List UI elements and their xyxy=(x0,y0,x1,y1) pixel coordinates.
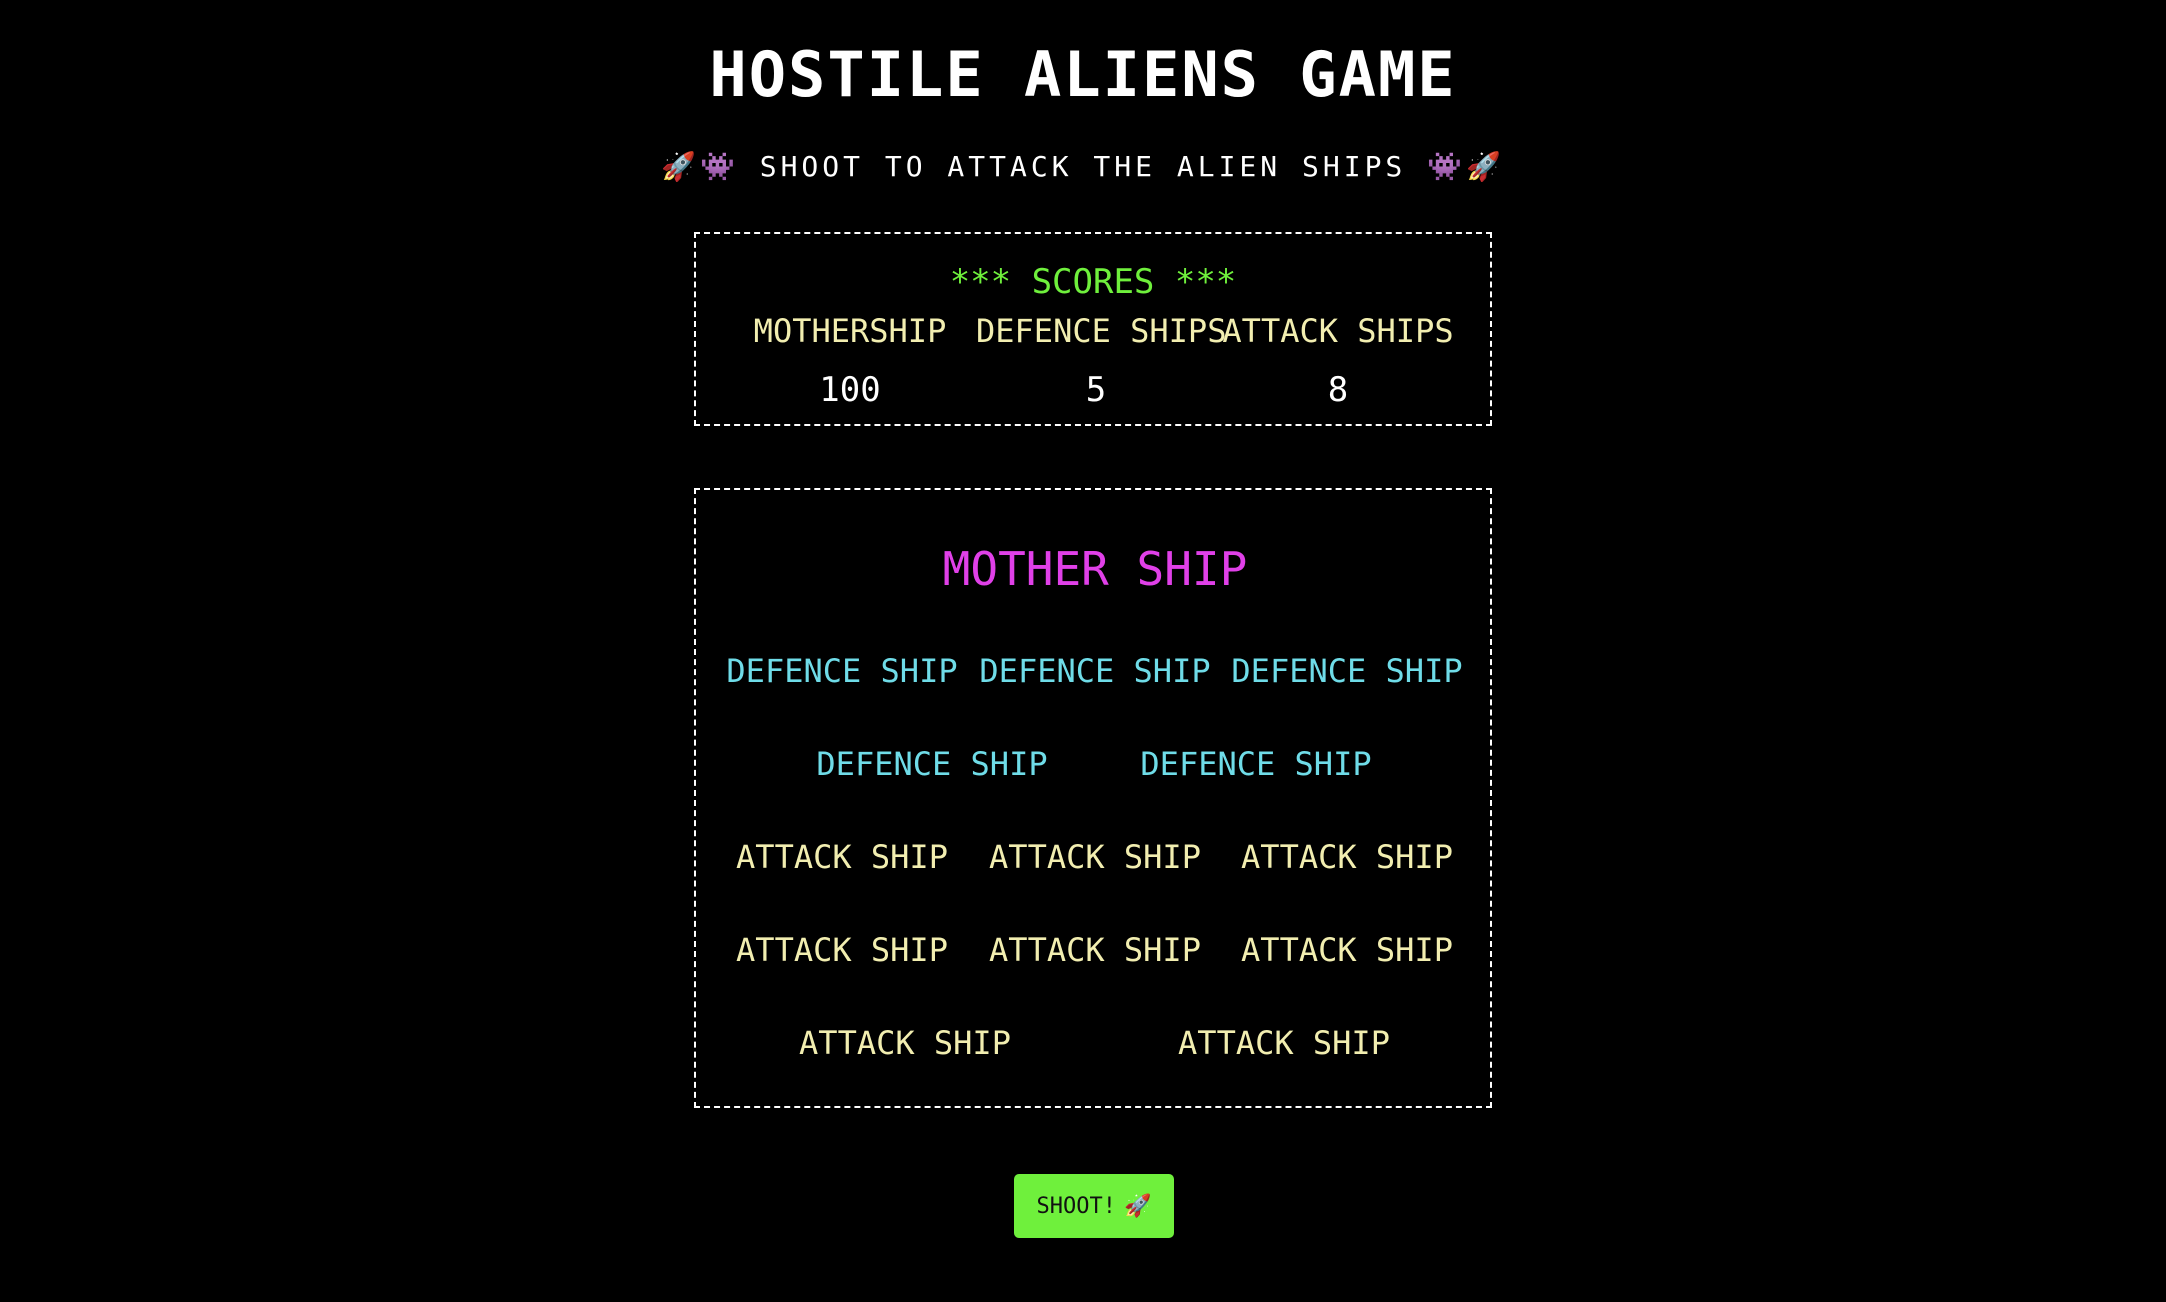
attack-ship: Attack Ship xyxy=(736,838,948,876)
mothership-score-value: 100 xyxy=(819,370,881,410)
attack-ship: Attack Ship xyxy=(1178,1024,1390,1062)
attack-ships-score-label: Attack Ships xyxy=(1222,312,1454,350)
attack-ships-score: Attack Ships 8 xyxy=(1218,312,1458,410)
game-title: Hostile Aliens Game xyxy=(709,38,1457,111)
shoot-button-label: Shoot! xyxy=(1036,1193,1117,1219)
defence-ship: Defence Ship xyxy=(726,652,958,690)
attack-ships-score-value: 8 xyxy=(1327,370,1349,410)
attack-ship: Attack Ship xyxy=(1241,838,1453,876)
scores-heading: *** Scores *** xyxy=(949,262,1237,302)
attack-ship: Attack Ship xyxy=(799,1024,1011,1062)
rocket-icon: 🚀 xyxy=(1124,1193,1152,1219)
defence-ship: Defence Ship xyxy=(1231,652,1463,690)
mother-ship: Mother Ship xyxy=(942,542,1248,596)
shoot-button[interactable]: Shoot! 🚀 xyxy=(1014,1174,1174,1238)
scores-panel: *** Scores *** Mothership 100 Defence Sh… xyxy=(694,232,1492,426)
defence-ships-score: Defence Ships 5 xyxy=(976,312,1227,410)
game-subtitle: 🚀👾 Shoot to attack the alien ships 👾🚀 xyxy=(661,150,1505,183)
defence-ship: Defence Ship xyxy=(1140,745,1372,783)
attack-ship: Attack Ship xyxy=(1241,931,1453,969)
defence-ships-score-value: 5 xyxy=(1085,370,1107,410)
attack-ship: Attack Ship xyxy=(989,931,1201,969)
mothership-score: Mothership 100 xyxy=(730,312,970,410)
mothership-score-label: Mothership xyxy=(753,312,947,350)
attack-ship: Attack Ship xyxy=(736,931,948,969)
defence-ship: Defence Ship xyxy=(816,745,1048,783)
alien-fleet: Mother Ship Defence Ship Defence Ship De… xyxy=(694,488,1492,1108)
attack-ship: Attack Ship xyxy=(989,838,1201,876)
defence-ship: Defence Ship xyxy=(979,652,1211,690)
defence-ships-score-label: Defence Ships xyxy=(976,312,1227,350)
